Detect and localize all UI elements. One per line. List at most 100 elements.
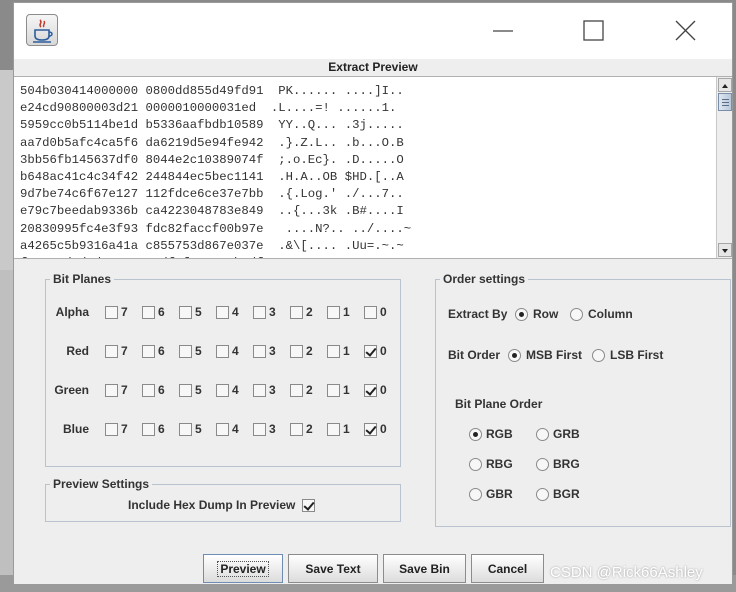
bit-number-label: 2 — [306, 305, 313, 319]
bit-plane-blue-bit-3-checkbox[interactable] — [253, 423, 266, 436]
plane-order-rbg-radio[interactable] — [469, 458, 482, 471]
bit-plane-blue-bit-1-checkbox[interactable] — [327, 423, 340, 436]
bit-plane-green-bit-4-checkbox[interactable] — [216, 384, 229, 397]
bit-number-label: 5 — [195, 344, 202, 358]
bit-plane-red-bit-0-checkbox[interactable] — [364, 345, 377, 358]
preview-button[interactable]: Preview — [203, 554, 283, 583]
bit-plane-red-bit-4-checkbox[interactable] — [216, 345, 229, 358]
bit-plane-alpha-bit-4-checkbox[interactable] — [216, 306, 229, 319]
bit-number-label: 7 — [121, 344, 128, 358]
watermark-text: CSDN @Rick66Ashley — [550, 564, 703, 581]
cancel-button[interactable]: Cancel — [471, 554, 544, 583]
msb-first-radio[interactable] — [508, 349, 521, 362]
bit-planes-title: Bit Planes — [50, 272, 115, 286]
bit-plane-green-bit-5-checkbox[interactable] — [179, 384, 192, 397]
maximize-icon — [583, 20, 604, 41]
plane-order-rgb-label: RGB — [486, 427, 513, 441]
bit-number-label: 0 — [380, 305, 387, 319]
bit-plane-red-bit-7-checkbox[interactable] — [105, 345, 118, 358]
preview-settings-group: Preview Settings Include Hex Dump In Pre… — [45, 477, 401, 522]
bit-number-label: 7 — [121, 383, 128, 397]
plane-order-brg-label: BRG — [553, 457, 580, 471]
bit-plane-red-bit-3-checkbox[interactable] — [253, 345, 266, 358]
order-settings-title: Order settings — [440, 272, 529, 286]
scroll-down-button[interactable] — [718, 243, 732, 257]
bit-plane-blue-bit-6-checkbox[interactable] — [142, 423, 155, 436]
bit-number-label: 1 — [343, 422, 350, 436]
bit-plane-alpha-bit-1-checkbox[interactable] — [327, 306, 340, 319]
extract-dialog: Extract Preview 504b030414000000 0800dd8… — [13, 2, 733, 585]
hex-line: 3bb56fb145637df0 8044e2c10389074f ;.o.Ec… — [20, 152, 404, 167]
hex-line: aa7d0b5afc4ca5f6 da6219d5e94fe942 .}.Z.L… — [20, 135, 404, 150]
bit-plane-red-bit-5-checkbox[interactable] — [179, 345, 192, 358]
vertical-scrollbar[interactable] — [716, 77, 732, 258]
bit-number-label: 1 — [343, 383, 350, 397]
bit-plane-green-bit-2-checkbox[interactable] — [290, 384, 303, 397]
arrow-down-icon — [722, 249, 728, 253]
bit-plane-blue-bit-4-checkbox[interactable] — [216, 423, 229, 436]
bit-number-label: 4 — [232, 383, 239, 397]
bit-plane-red-bit-6-checkbox[interactable] — [142, 345, 155, 358]
hex-line: f2ee96d4d1d2e89e 95df0f9ac2c8b1df ......… — [20, 255, 411, 258]
extract-by-row-radio[interactable] — [515, 308, 528, 321]
bit-plane-alpha-bit-5-checkbox[interactable] — [179, 306, 192, 319]
bit-plane-alpha-bit-2-checkbox[interactable] — [290, 306, 303, 319]
bit-number-label: 4 — [232, 422, 239, 436]
bit-plane-blue-bit-0-checkbox[interactable] — [364, 423, 377, 436]
preview-heading: Extract Preview — [328, 60, 418, 74]
bit-number-label: 3 — [269, 422, 276, 436]
hex-line: a4265c5b9316a41a c855753d867e037e .&\[..… — [20, 238, 404, 253]
bit-plane-blue-bit-2-checkbox[interactable] — [290, 423, 303, 436]
bit-plane-order-label: Bit Plane Order — [455, 397, 543, 411]
hex-dump-text: 504b030414000000 0800dd855d49fd91 PK....… — [20, 83, 411, 258]
bit-plane-red-bit-1-checkbox[interactable] — [327, 345, 340, 358]
bit-plane-alpha-bit-0-checkbox[interactable] — [364, 306, 377, 319]
bit-number-label: 3 — [269, 305, 276, 319]
plane-order-brg-radio[interactable] — [536, 458, 549, 471]
save-bin-button[interactable]: Save Bin — [383, 554, 466, 583]
hex-line: e79c7beedab9336b ca4223048783e849 ..{...… — [20, 204, 404, 219]
scroll-thumb[interactable] — [718, 93, 732, 111]
hex-preview-area[interactable]: 504b030414000000 0800dd855d49fd91 PK....… — [14, 76, 732, 259]
bit-number-label: 0 — [380, 422, 387, 436]
bit-number-label: 2 — [306, 422, 313, 436]
close-button[interactable] — [670, 17, 700, 45]
extract-by-column-radio[interactable] — [570, 308, 583, 321]
plane-order-bgr-radio[interactable] — [536, 488, 549, 501]
hex-line: 5959cc0b5114be1d b5336aafbdb10589 YY..Q.… — [20, 118, 404, 133]
lsb-first-radio[interactable] — [592, 349, 605, 362]
plane-order-gbr-radio[interactable] — [469, 488, 482, 501]
maximize-button[interactable] — [578, 17, 608, 45]
bit-plane-green-bit-1-checkbox[interactable] — [327, 384, 340, 397]
include-hex-dump-checkbox[interactable] — [302, 499, 315, 512]
bit-plane-alpha-bit-3-checkbox[interactable] — [253, 306, 266, 319]
order-settings-group: Order settings Extract By Row Column Bit… — [435, 272, 731, 527]
close-icon — [675, 20, 696, 41]
bit-plane-alpha-bit-6-checkbox[interactable] — [142, 306, 155, 319]
bit-plane-green-bit-6-checkbox[interactable] — [142, 384, 155, 397]
title-bar — [14, 3, 732, 59]
msb-first-label: MSB First — [526, 348, 583, 362]
plane-order-rgb-radio[interactable] — [469, 428, 482, 441]
bit-number-label: 5 — [195, 383, 202, 397]
hex-line: 9d7be74c6f67e127 112fdce6ce37e7bb .{.Log… — [20, 187, 404, 202]
bit-plane-green-bit-0-checkbox[interactable] — [364, 384, 377, 397]
scroll-up-button[interactable] — [718, 78, 732, 92]
plane-order-grb-label: GRB — [553, 427, 580, 441]
hex-line: e24cd90800003d21 0000010000031ed .L....=… — [20, 101, 397, 116]
minimize-icon — [493, 30, 513, 32]
bit-plane-row-label: Green — [54, 383, 89, 397]
bit-plane-red-bit-2-checkbox[interactable] — [290, 345, 303, 358]
plane-order-bgr-label: BGR — [553, 487, 580, 501]
bit-plane-blue-bit-7-checkbox[interactable] — [105, 423, 118, 436]
background-window-edge — [0, 70, 14, 270]
plane-order-grb-radio[interactable] — [536, 428, 549, 441]
bit-plane-alpha-bit-7-checkbox[interactable] — [105, 306, 118, 319]
bit-number-label: 7 — [121, 422, 128, 436]
save-text-button[interactable]: Save Text — [288, 554, 378, 583]
bit-plane-blue-bit-5-checkbox[interactable] — [179, 423, 192, 436]
bit-plane-green-bit-7-checkbox[interactable] — [105, 384, 118, 397]
minimize-button[interactable] — [488, 17, 518, 45]
bit-plane-green-bit-3-checkbox[interactable] — [253, 384, 266, 397]
preview-settings-title: Preview Settings — [50, 477, 153, 491]
